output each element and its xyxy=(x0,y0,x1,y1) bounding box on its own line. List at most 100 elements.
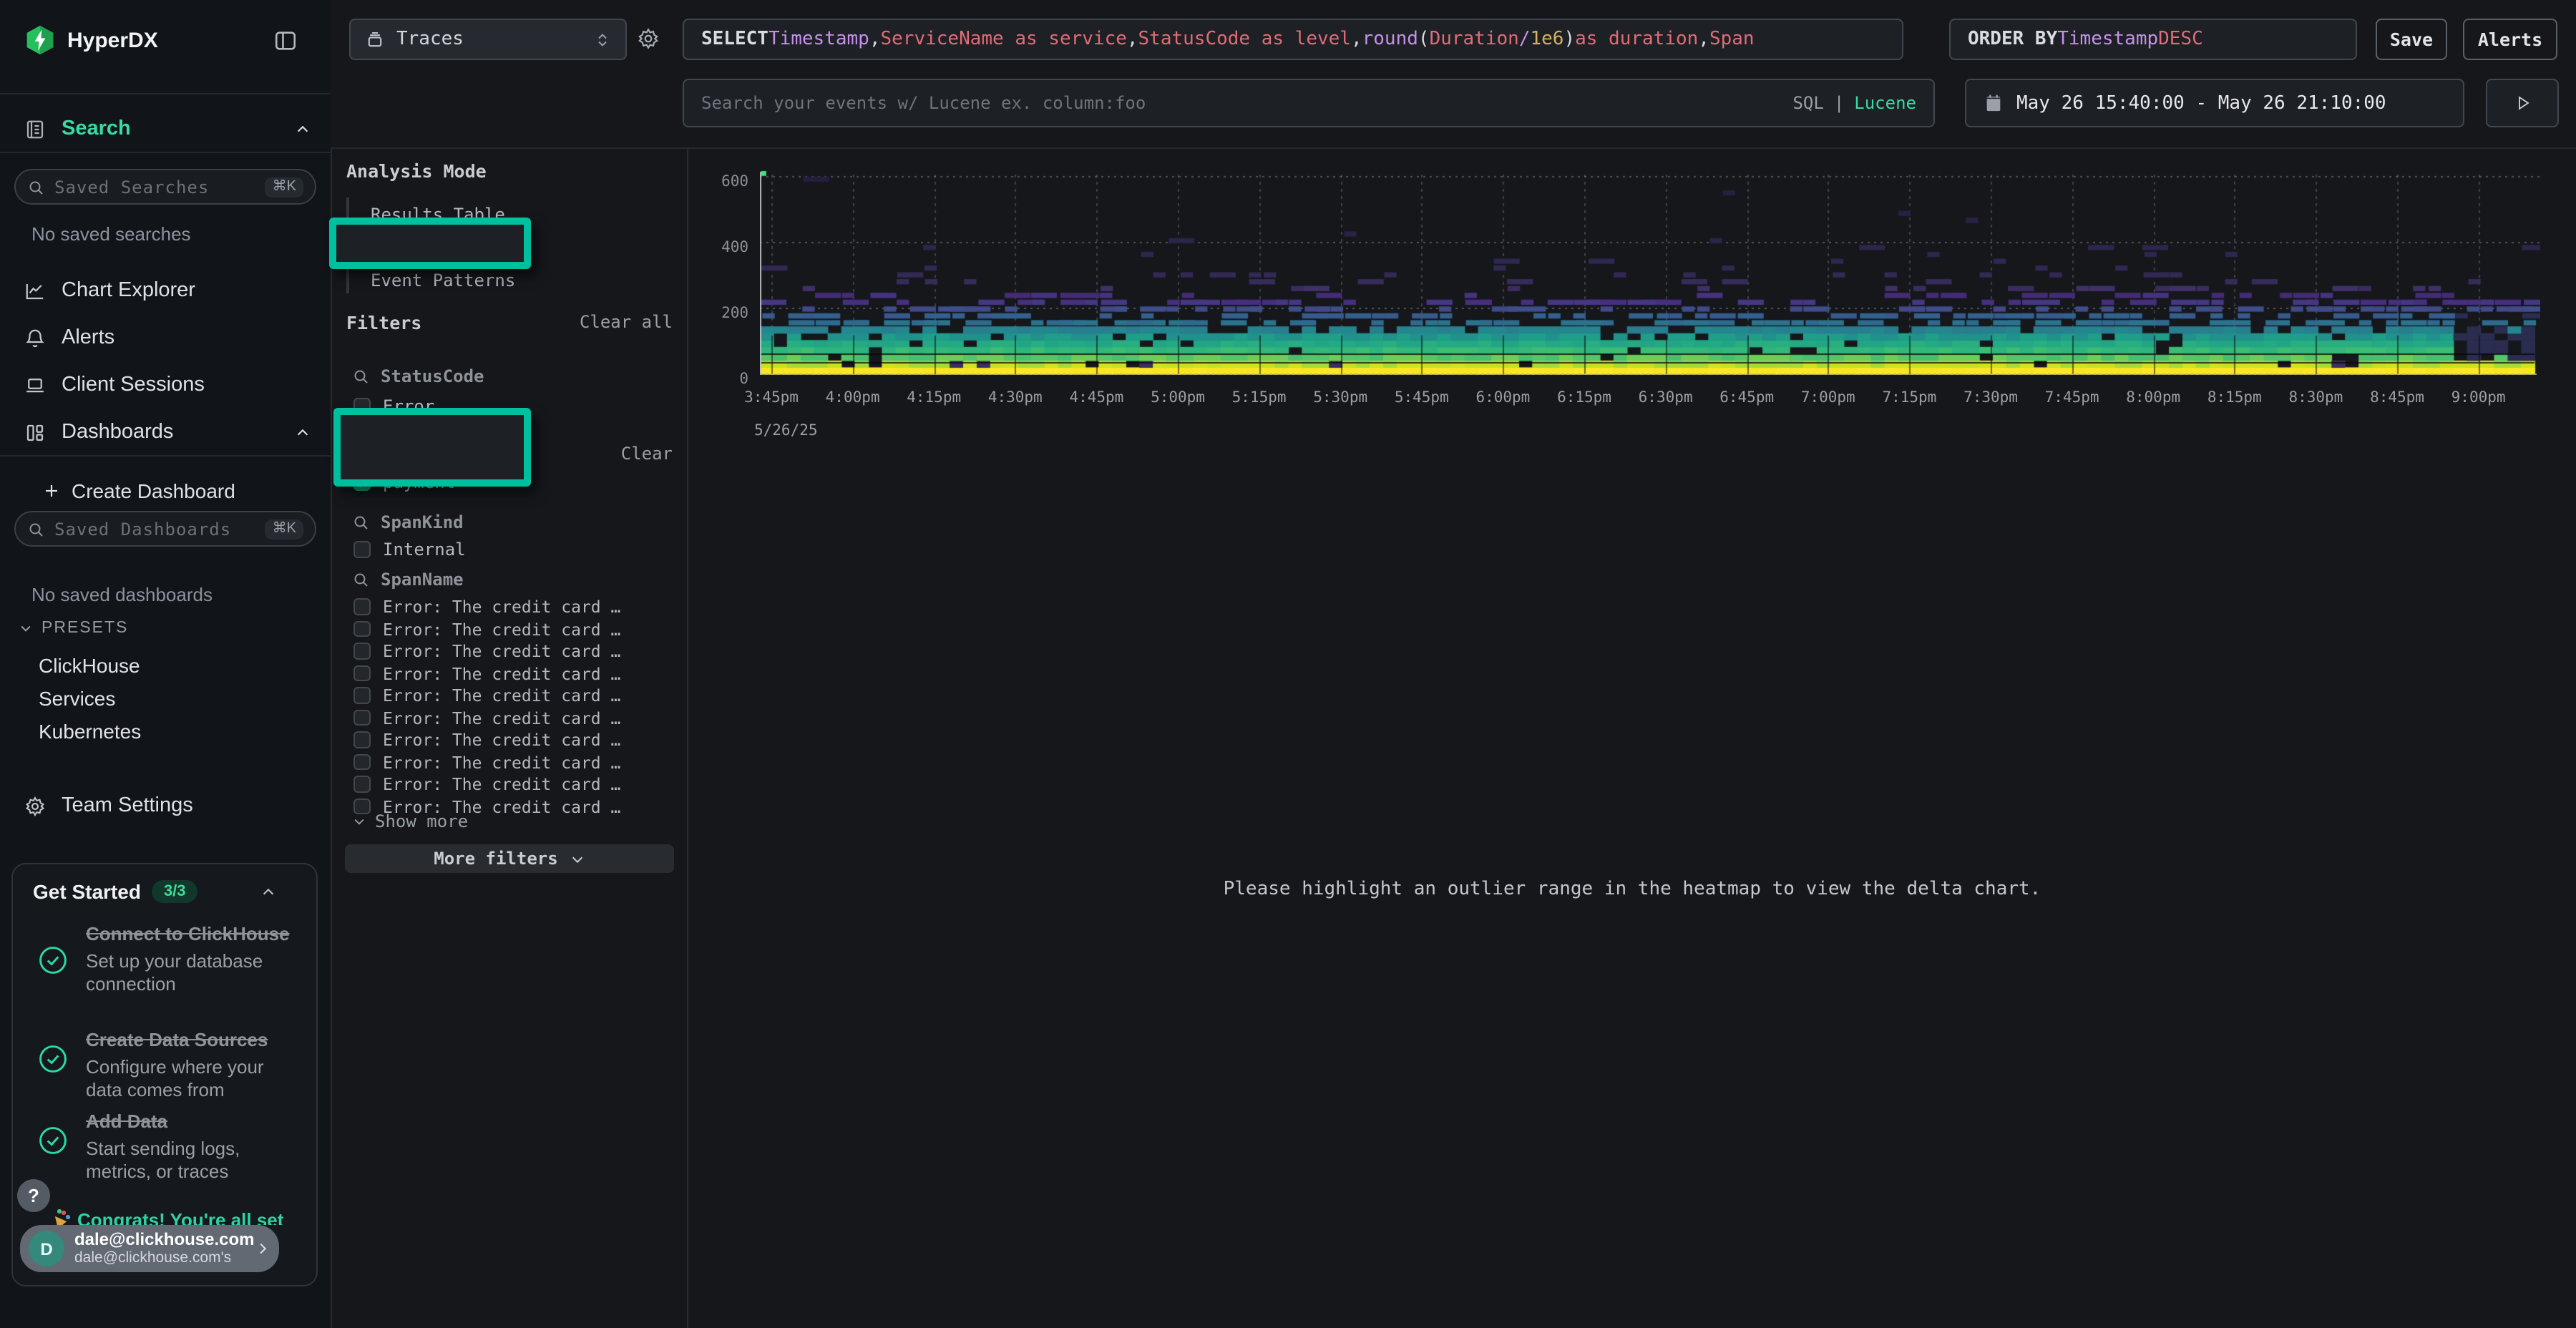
filter-option-label: Error xyxy=(383,396,434,416)
chevron-up-icon[interactable] xyxy=(295,424,311,440)
calendar-icon xyxy=(1984,93,2004,113)
saved-dashboards-input[interactable]: Saved Dashboards ⌘K xyxy=(14,511,316,547)
sql-token: , xyxy=(1127,29,1138,50)
sidebar-item-alerts[interactable]: Alerts xyxy=(0,322,331,353)
filter-option-error[interactable]: Error xyxy=(353,396,434,416)
sql-token: ( xyxy=(1418,29,1430,50)
filter-group-servicename[interactable]: ServiceName xyxy=(352,444,494,464)
checkbox-unchecked[interactable] xyxy=(353,688,370,704)
checkbox-unchecked[interactable] xyxy=(353,754,370,771)
sidebar-item-team-settings[interactable]: Team Settings xyxy=(0,790,331,821)
filter-option-label: Error: The credit card … xyxy=(383,663,620,683)
sidebar-item-chart-explorer[interactable]: Chart Explorer xyxy=(0,275,331,306)
checkbox-unchecked[interactable] xyxy=(353,542,370,558)
filter-option-spanname[interactable]: Error: The credit card … xyxy=(353,774,620,794)
chevron-up-icon[interactable] xyxy=(295,121,311,137)
checkbox-unchecked[interactable] xyxy=(353,776,370,793)
source-settings-gear-icon[interactable] xyxy=(637,27,660,50)
create-dashboard-button[interactable]: Create Dashboard xyxy=(0,475,331,507)
check-circle-icon xyxy=(37,1125,69,1156)
x-axis-tick-label: 4:00pm xyxy=(826,389,880,406)
lucene-search-input[interactable]: Search your events w/ Lucene ex. column:… xyxy=(683,79,1935,127)
filter-group-spanname[interactable]: SpanName xyxy=(352,570,464,590)
mode-results-table[interactable]: Results Table xyxy=(371,205,505,225)
analysis-mode-label: Analysis Mode xyxy=(346,160,487,182)
sql-token: Timestamp xyxy=(769,29,869,50)
mode-sql-toggle[interactable]: SQL xyxy=(1792,93,1823,113)
mode-lucene-toggle[interactable]: Lucene xyxy=(1854,93,1916,113)
filter-option-internal[interactable]: Internal xyxy=(353,540,466,560)
x-axis-tick-label: 7:00pm xyxy=(1801,389,1855,406)
filter-group-spankind[interactable]: SpanKind xyxy=(352,512,464,532)
sidebar-item-label: Dashboards xyxy=(62,421,173,444)
user-menu[interactable]: D dale@clickhouse.com dale@clickhouse.co… xyxy=(20,1225,279,1272)
sidebar-item-client-sessions[interactable]: Client Sessions xyxy=(0,369,331,401)
screen: HyperDX Search Saved Searches ⌘K No save… xyxy=(0,0,2576,1328)
show-more-button[interactable]: Show more xyxy=(352,811,468,831)
search-icon xyxy=(27,178,44,195)
sql-select-editor[interactable]: SELECT Timestamp, ServiceName as service… xyxy=(683,19,1903,60)
sidebar-collapse-icon[interactable] xyxy=(273,29,298,53)
divider xyxy=(0,455,331,456)
checkbox-unchecked[interactable] xyxy=(353,599,370,615)
sql-token: round xyxy=(1362,29,1418,50)
preset-services[interactable]: Services xyxy=(39,687,115,710)
filter-option-spanname[interactable]: Error: The credit card … xyxy=(353,752,620,772)
filter-option-spanname[interactable]: Error: The credit card … xyxy=(353,597,620,617)
preset-kubernetes[interactable]: Kubernetes xyxy=(39,720,141,743)
traces-source-icon xyxy=(365,29,385,49)
filter-option-spanname[interactable]: Error: The credit card … xyxy=(353,641,620,661)
brand[interactable]: HyperDX xyxy=(24,24,158,56)
search-icon xyxy=(27,520,44,537)
clear-servicename-button[interactable]: Clear xyxy=(621,444,673,464)
checkbox-unchecked[interactable] xyxy=(353,665,370,682)
empty-state-message: Please highlight an outlier range in the… xyxy=(688,879,2576,900)
checkbox-unchecked[interactable] xyxy=(353,710,370,726)
search-section-icon xyxy=(24,118,46,140)
clear-all-button[interactable]: Clear all xyxy=(580,312,673,332)
date-range-value: May 26 15:40:00 - May 26 21:10:00 xyxy=(2016,92,2386,114)
alerts-button[interactable]: Alerts xyxy=(2463,19,2557,60)
filter-option-spanname[interactable]: Error: The credit card … xyxy=(353,708,620,728)
more-filters-button[interactable]: More filters xyxy=(345,844,674,873)
saved-searches-input[interactable]: Saved Searches ⌘K xyxy=(14,169,316,205)
checkbox-unchecked[interactable] xyxy=(353,399,370,415)
checklist-item[interactable]: Connect to ClickHouse Set up your databa… xyxy=(86,923,301,997)
run-query-button[interactable] xyxy=(2486,79,2559,127)
filter-option-payment[interactable]: payment xyxy=(353,472,455,492)
app-window: HyperDX Search Saved Searches ⌘K No save… xyxy=(0,0,2576,1328)
filter-option-label: Error: The credit card … xyxy=(383,685,620,706)
help-button[interactable]: ? xyxy=(17,1179,50,1212)
filter-option-spanname[interactable]: Error: The credit card … xyxy=(353,685,620,706)
checkbox-unchecked[interactable] xyxy=(353,621,370,638)
chevron-up-icon[interactable] xyxy=(260,884,276,899)
preset-clickhouse[interactable]: ClickHouse xyxy=(39,654,140,677)
user-sub: dale@clickhouse.com's xyxy=(74,1249,245,1266)
filter-group-statuscode[interactable]: StatusCode xyxy=(352,366,484,386)
mode-event-deltas[interactable]: Event Deltas xyxy=(371,236,494,256)
mode-rail-active xyxy=(346,229,349,262)
checkbox-unchecked[interactable] xyxy=(353,732,370,748)
chevron-down-icon xyxy=(570,851,585,866)
checklist-item[interactable]: Create Data Sources Configure where your… xyxy=(86,1029,301,1103)
source-select[interactable]: Traces xyxy=(349,19,627,60)
sidebar-item-dashboards[interactable]: Dashboards xyxy=(0,416,331,448)
x-axis-tick-label: 5:30pm xyxy=(1313,389,1367,406)
filter-option-spanname[interactable]: Error: The credit card … xyxy=(353,730,620,750)
save-button[interactable]: Save xyxy=(2376,19,2447,60)
presets-toggle[interactable]: PRESETS xyxy=(19,620,128,637)
check-icon xyxy=(356,476,369,489)
filter-option-spanname[interactable]: Error: The credit card … xyxy=(353,619,620,639)
sql-orderby-editor[interactable]: ORDER BY Timestamp DESC xyxy=(1949,19,2357,60)
checkbox-unchecked[interactable] xyxy=(353,643,370,660)
check-circle-icon xyxy=(37,944,69,976)
checkbox-checked[interactable] xyxy=(353,474,370,491)
date-range-picker[interactable]: May 26 15:40:00 - May 26 21:10:00 xyxy=(1965,79,2464,127)
help-label: ? xyxy=(28,1185,39,1206)
checklist-item[interactable]: Add Data Start sending logs, metrics, or… xyxy=(86,1110,301,1184)
sql-token: , xyxy=(1351,29,1362,50)
mode-event-patterns[interactable]: Event Patterns xyxy=(371,270,515,290)
duration-heatmap[interactable] xyxy=(760,169,2540,375)
sidebar-item-search[interactable]: Search xyxy=(0,113,331,145)
filter-option-spanname[interactable]: Error: The credit card … xyxy=(353,663,620,683)
